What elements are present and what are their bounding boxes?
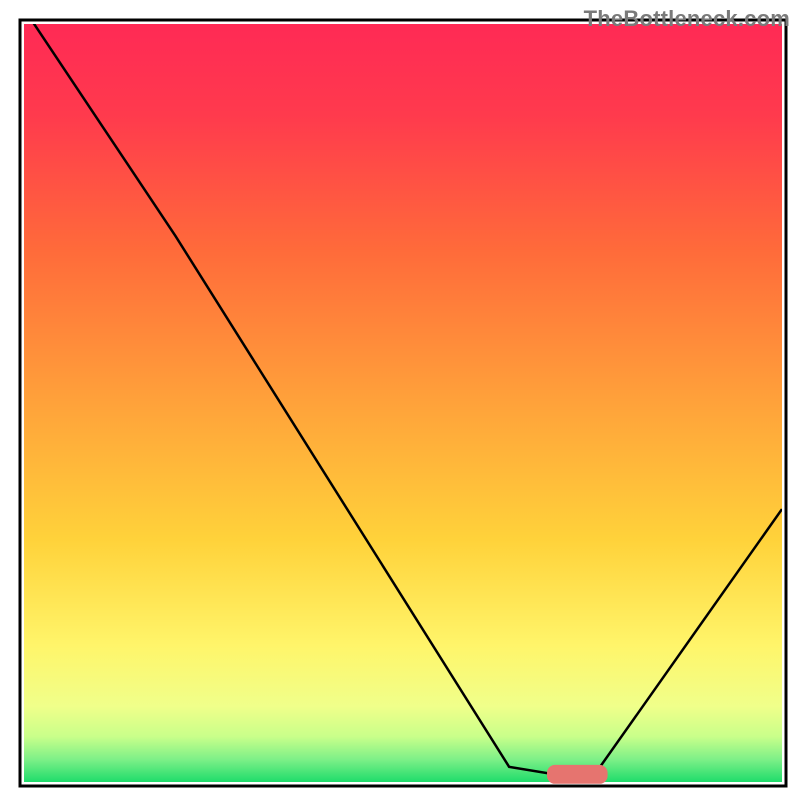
bottleneck-chart: TheBottleneck.com: [0, 0, 800, 800]
watermark-text: TheBottleneck.com: [584, 6, 790, 32]
chart-svg: [0, 0, 800, 800]
optimal-marker: [547, 765, 608, 784]
